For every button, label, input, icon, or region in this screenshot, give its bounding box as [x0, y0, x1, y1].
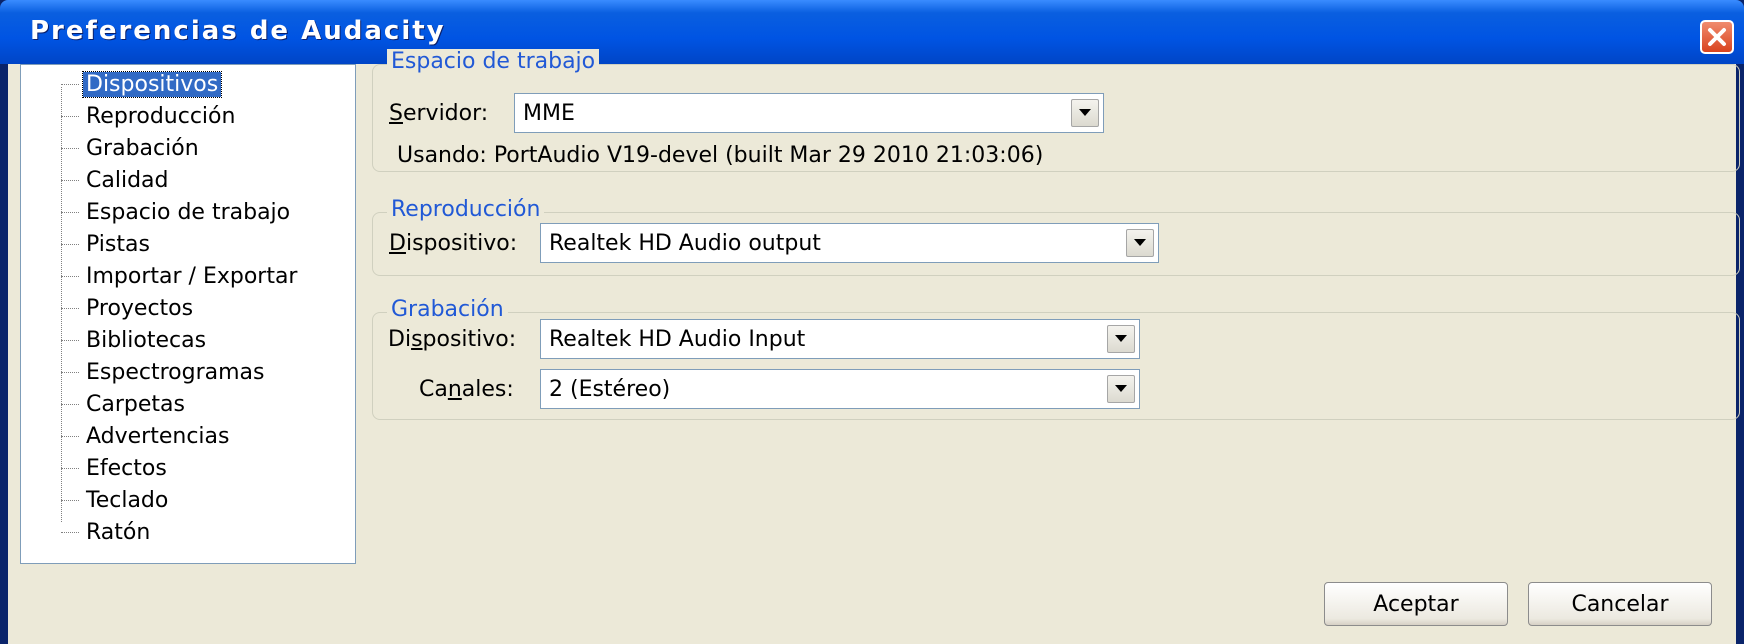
sidebar-item-label: Efectos: [86, 455, 167, 481]
ok-button[interactable]: Aceptar: [1324, 582, 1508, 626]
sidebar-item[interactable]: Ratón: [61, 517, 153, 547]
sidebar-item[interactable]: Advertencias: [61, 421, 232, 451]
playback-device-label: Dispositivo:: [389, 231, 518, 256]
playback-group-title: Reproducción: [387, 197, 545, 222]
sidebar-item-label: Calidad: [86, 167, 169, 193]
sidebar-item-label: Bibliotecas: [86, 327, 207, 353]
sidebar-item[interactable]: Efectos: [61, 453, 170, 483]
recording-device-value: Realtek HD Audio Input: [549, 327, 806, 352]
tree-connector-dash: [61, 83, 79, 85]
server-label: Servidor:: [389, 101, 489, 126]
chevron-down-icon: [1115, 385, 1127, 392]
chevron-down-icon: [1134, 239, 1146, 246]
sidebar-item-label: Dispositivos: [81, 70, 223, 98]
sidebar-item[interactable]: Importar / Exportar: [61, 261, 300, 291]
recording-device-arrow[interactable]: [1107, 325, 1135, 353]
tree-connector-dash: [61, 275, 79, 277]
preferences-dialog: Preferencias de Audacity Dispositivos Rep…: [0, 0, 1744, 644]
tree-connector-dash: [61, 403, 79, 405]
recording-group: Grabación Dispositivo: Realtek HD Audio …: [372, 297, 1740, 420]
chevron-down-icon: [1079, 109, 1091, 116]
tree-connector-dash: [61, 467, 79, 469]
playback-device-value: Realtek HD Audio output: [549, 231, 821, 256]
close-icon: [1708, 28, 1726, 46]
server-select-value: MME: [523, 101, 575, 126]
sidebar-item[interactable]: Proyectos: [61, 293, 196, 323]
title-bar[interactable]: Preferencias de Audacity: [0, 0, 1744, 64]
sidebar-item[interactable]: Carpetas: [61, 389, 188, 419]
tree-connector-dash: [61, 179, 79, 181]
sidebar-item[interactable]: Grabación: [61, 133, 202, 163]
sidebar-item-label: Pistas: [86, 231, 150, 257]
sidebar-item-label: Grabación: [86, 135, 199, 161]
window-title: Preferencias de Audacity: [30, 16, 446, 46]
tree-connector-dash: [61, 115, 79, 117]
channels-value: 2 (Estéreo): [549, 377, 671, 402]
recording-device-label: Dispositivo:: [388, 327, 517, 352]
sidebar-item[interactable]: Teclado: [61, 485, 171, 515]
preferences-tree[interactable]: Dispositivos Reproducción Grabación Calidad…: [20, 64, 356, 564]
tree-connector-dash: [61, 435, 79, 437]
server-select-arrow[interactable]: [1071, 99, 1099, 127]
workspace-group: Espacio de trabajo Servidor: MME Usando:…: [372, 49, 1740, 172]
portaudio-version-text: Usando: PortAudio V19-devel (built Mar 2…: [397, 143, 1044, 168]
tree-connector-dash: [61, 339, 79, 341]
workspace-group-title: Espacio de trabajo: [387, 49, 600, 74]
tree-connector-dash: [61, 243, 79, 245]
playback-device-select[interactable]: Realtek HD Audio output: [540, 223, 1159, 263]
tree-connector-dash: [61, 531, 79, 533]
cancel-button[interactable]: Cancelar: [1528, 582, 1712, 626]
playback-group: Reproducción Dispositivo: Realtek HD Aud…: [372, 197, 1740, 276]
sidebar-item-label: Espectrogramas: [86, 359, 265, 385]
server-select[interactable]: MME: [514, 93, 1104, 133]
tree-connector-dash: [61, 147, 79, 149]
recording-device-select[interactable]: Realtek HD Audio Input: [540, 319, 1140, 359]
tree-connector-dash: [61, 211, 79, 213]
sidebar-item-label: Carpetas: [86, 391, 185, 417]
sidebar-item-label: Importar / Exportar: [86, 263, 298, 289]
sidebar-item[interactable]: Espectrogramas: [61, 357, 267, 387]
sidebar-item-label: Ratón: [86, 519, 151, 545]
channels-select[interactable]: 2 (Estéreo): [540, 369, 1140, 409]
sidebar-item-label: Espacio de trabajo: [86, 199, 291, 225]
channels-label: Canales:: [419, 377, 514, 402]
channels-arrow[interactable]: [1107, 375, 1135, 403]
close-button[interactable]: [1700, 20, 1734, 54]
chevron-down-icon: [1115, 335, 1127, 342]
sidebar-item-label: Reproducción: [86, 103, 236, 129]
dialog-body: Dispositivos Reproducción Grabación Calidad…: [8, 49, 1740, 644]
sidebar-item-label: Proyectos: [86, 295, 194, 321]
sidebar-item-label: Teclado: [86, 487, 169, 513]
sidebar-item[interactable]: Espacio de trabajo: [61, 197, 293, 227]
sidebar-item[interactable]: Dispositivos: [61, 69, 223, 99]
sidebar-item[interactable]: Bibliotecas: [61, 325, 209, 355]
recording-group-title: Grabación: [387, 297, 508, 322]
tree-connector-dash: [61, 499, 79, 501]
playback-device-arrow[interactable]: [1126, 229, 1154, 257]
sidebar-item[interactable]: Reproducción: [61, 101, 238, 131]
tree-connector-dash: [61, 371, 79, 373]
sidebar-item[interactable]: Pistas: [61, 229, 153, 259]
sidebar-item[interactable]: Calidad: [61, 165, 171, 195]
sidebar-item-label: Advertencias: [86, 423, 230, 449]
tree-connector-dash: [61, 307, 79, 309]
